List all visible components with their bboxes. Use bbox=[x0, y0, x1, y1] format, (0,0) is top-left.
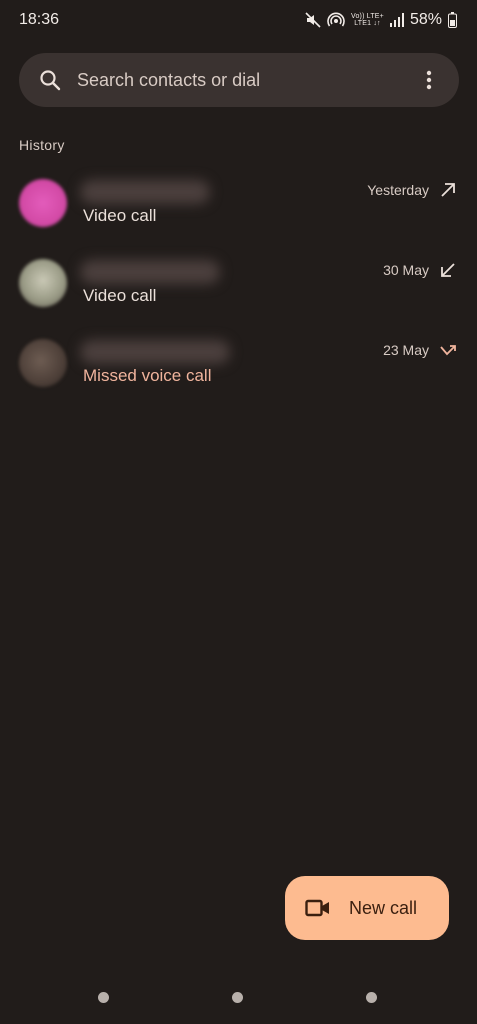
battery-icon bbox=[448, 12, 457, 28]
avatar bbox=[19, 339, 67, 387]
nav-back-button[interactable] bbox=[98, 992, 109, 1003]
mute-icon bbox=[305, 12, 321, 28]
new-call-label: New call bbox=[349, 897, 418, 918]
search-icon bbox=[40, 70, 61, 91]
missed-call-icon bbox=[440, 345, 456, 356]
search-bar[interactable]: Search contacts or dial bbox=[19, 53, 459, 107]
call-type: Video call bbox=[83, 206, 157, 225]
network-label: Vo)) LTE+ LTE1 ↓↑ bbox=[350, 13, 384, 27]
hotspot-icon bbox=[327, 12, 345, 27]
navigation-bar bbox=[0, 992, 477, 1004]
avatar bbox=[19, 259, 67, 307]
call-row[interactable]: Video call Yesterday bbox=[0, 168, 477, 248]
contact-name-blurred bbox=[80, 340, 230, 364]
nav-recents-button[interactable] bbox=[366, 992, 377, 1003]
new-call-button[interactable]: New call bbox=[285, 876, 449, 940]
call-date: 23 May bbox=[383, 342, 429, 358]
signal-icon bbox=[389, 13, 404, 27]
nav-home-button[interactable] bbox=[232, 992, 243, 1003]
call-date: 30 May bbox=[383, 262, 429, 278]
video-camera-icon bbox=[305, 899, 329, 917]
battery-percent: 58% bbox=[409, 11, 442, 28]
status-bar: 18:36 Vo)) LTE+ LTE1 ↓↑ 58% bbox=[0, 0, 477, 40]
call-history-list: Video call Yesterday Video call 30 May M… bbox=[0, 168, 477, 408]
avatar bbox=[19, 179, 67, 227]
contact-name-blurred bbox=[80, 260, 220, 284]
history-heading: History bbox=[19, 137, 65, 153]
incoming-call-icon bbox=[441, 263, 455, 277]
call-type: Video call bbox=[83, 286, 157, 305]
status-time: 18:36 bbox=[19, 11, 60, 28]
call-row[interactable]: Video call 30 May bbox=[0, 248, 477, 328]
call-date: Yesterday bbox=[367, 182, 429, 198]
call-type-missed: Missed voice call bbox=[83, 366, 212, 385]
call-row[interactable]: Missed voice call 23 May bbox=[0, 328, 477, 408]
search-input[interactable]: Search contacts or dial bbox=[77, 70, 417, 91]
status-icons: Vo)) LTE+ LTE1 ↓↑ 58% bbox=[305, 11, 457, 29]
contact-name-blurred bbox=[80, 180, 210, 204]
outgoing-call-icon bbox=[441, 183, 455, 197]
more-options-icon[interactable] bbox=[417, 68, 441, 92]
